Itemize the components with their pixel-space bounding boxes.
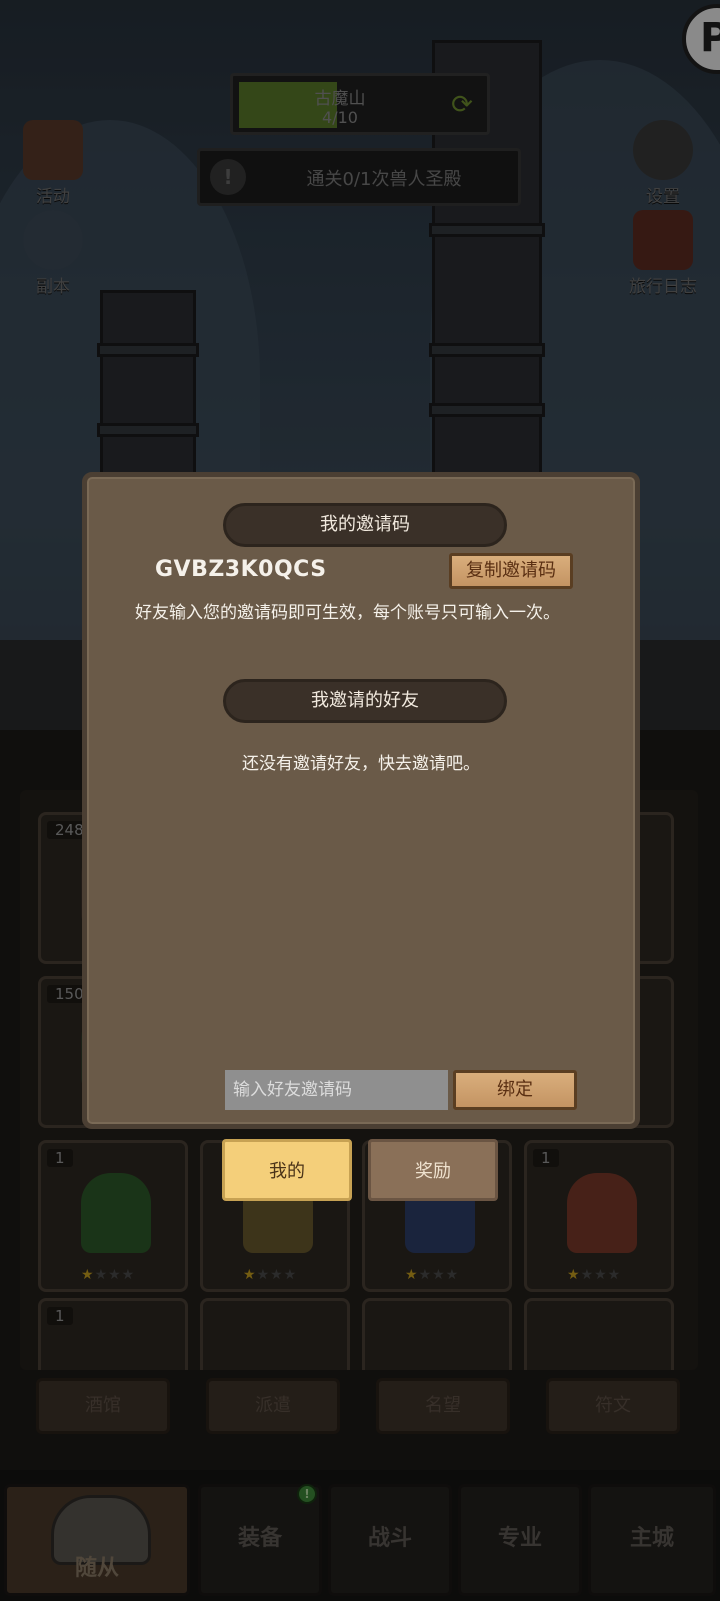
tab-mine[interactable]: 我的: [222, 1139, 352, 1201]
invite-description: 好友输入您的邀请码即可生效，每个账号只可输入一次。: [135, 603, 560, 623]
invited-friends-header: 我邀请的好友: [223, 679, 507, 723]
tab-rewards[interactable]: 奖励: [368, 1139, 498, 1201]
bind-button[interactable]: 绑定: [453, 1070, 577, 1110]
friend-code-input[interactable]: [225, 1070, 448, 1110]
invite-code: GVBZ3K0QCS: [155, 557, 327, 582]
copy-code-button[interactable]: 复制邀请码: [449, 553, 573, 589]
my-invite-code-header: 我的邀请码: [223, 503, 507, 547]
empty-friends-text: 还没有邀请好友，快去邀请吧。: [242, 754, 480, 774]
invite-dialog: 我的邀请码 GVBZ3K0QCS 复制邀请码 好友输入您的邀请码即可生效，每个账…: [82, 472, 640, 1129]
